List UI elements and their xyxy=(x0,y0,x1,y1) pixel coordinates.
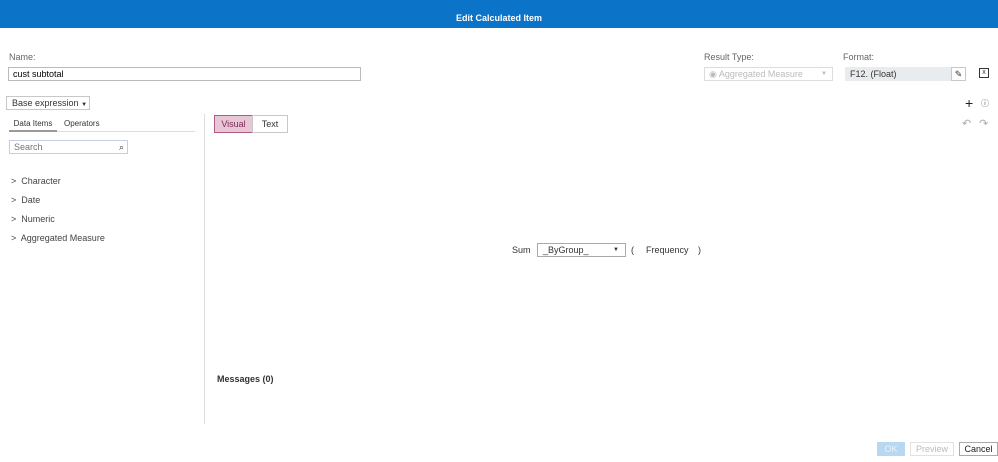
tab-operators[interactable]: Operators xyxy=(64,119,100,128)
clear-format-icon[interactable]: x xyxy=(979,68,989,78)
pencil-icon: ✎ xyxy=(954,69,963,79)
base-expression-dropdown[interactable]: Base expression ▼ xyxy=(6,96,90,110)
name-input[interactable] xyxy=(8,67,361,81)
tab-data-items[interactable]: Data Items xyxy=(9,119,57,132)
tree-label: Aggregated Measure xyxy=(20,233,105,243)
format-label: Format: xyxy=(843,52,875,62)
messages-heading: Messages (0) xyxy=(217,374,274,384)
tree-item-character[interactable]: > Character xyxy=(11,176,61,186)
base-expression-label: Base expression xyxy=(12,98,79,108)
tree-item-aggregated-measure[interactable]: > Aggregated Measure xyxy=(11,233,105,243)
expr-argument[interactable]: Frequency xyxy=(646,245,689,255)
undo-icon[interactable]: ↶ xyxy=(962,117,971,130)
tree-label: Date xyxy=(21,195,41,205)
search-icon: ⌕ xyxy=(118,142,124,152)
preview-button[interactable]: Preview xyxy=(910,442,954,456)
result-type-value: Aggregated Measure xyxy=(718,69,803,79)
result-type-label: Result Type: xyxy=(704,52,754,62)
redo-icon[interactable]: ↷ xyxy=(979,117,988,130)
result-type-select: ◉ Aggregated Measure ▼ xyxy=(704,67,833,81)
chevron-down-icon: ▼ xyxy=(821,71,827,77)
expr-open-paren: ( xyxy=(631,245,634,255)
dialog-title: Edit Calculated Item xyxy=(0,0,998,28)
search-box[interactable]: ⌕ xyxy=(9,140,128,154)
tree-item-numeric[interactable]: > Numeric xyxy=(11,214,55,224)
visual-mode-button[interactable]: Visual xyxy=(214,115,253,133)
group-dropdown[interactable]: _ByGroup_ ▼ xyxy=(537,243,626,257)
tree-label: Character xyxy=(21,176,61,186)
text-mode-button[interactable]: Text xyxy=(252,115,288,133)
group-value: _ByGroup_ xyxy=(543,245,589,255)
expr-function[interactable]: Sum xyxy=(512,245,531,255)
format-value: F12. (Float) xyxy=(845,67,951,81)
tree-item-date[interactable]: > Date xyxy=(11,195,40,205)
edit-format-button[interactable]: ✎ xyxy=(951,67,966,81)
add-icon[interactable]: + xyxy=(965,95,973,111)
radio-icon: ◉ xyxy=(709,69,719,79)
ok-button[interactable]: OK xyxy=(877,442,905,456)
search-input[interactable] xyxy=(14,142,109,152)
cancel-button[interactable]: Cancel xyxy=(959,442,998,456)
chevron-down-icon: ▼ xyxy=(81,102,88,108)
panel-divider xyxy=(204,114,205,424)
name-label: Name: xyxy=(9,52,36,62)
expr-close-paren: ) xyxy=(698,245,701,255)
chevron-down-icon: ▼ xyxy=(613,247,619,253)
tree-label: Numeric xyxy=(21,214,55,224)
help-icon[interactable]: ⓘ xyxy=(981,98,989,109)
